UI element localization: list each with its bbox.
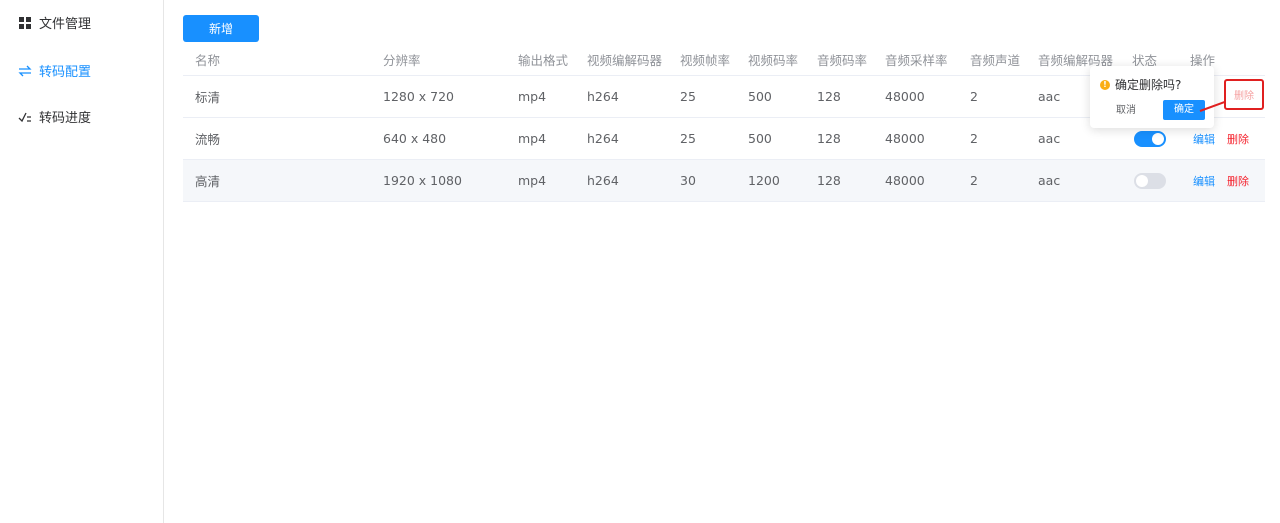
cell-video-bitrate: 1200: [748, 173, 780, 188]
cell-channels: 2: [970, 173, 978, 188]
header-sample-rate: 音频采样率: [885, 52, 948, 68]
cell-name: 高清: [195, 174, 221, 189]
header-audio-bitrate: 音频码率: [817, 52, 868, 68]
toggle-knob: [1136, 174, 1148, 187]
cell-sample-rate: 48000: [885, 173, 925, 188]
cell-sample-rate: 48000: [885, 89, 925, 104]
header-name: 名称: [195, 52, 221, 68]
cell-audio-codec: aac: [1038, 89, 1061, 104]
status-cell: [1134, 160, 1166, 201]
cell-video-codec: h264: [587, 89, 619, 104]
popconfirm-message: 确定删除吗?: [1115, 78, 1182, 92]
cell-audio-bitrate: 128: [817, 131, 841, 146]
cell-channels: 2: [970, 131, 978, 146]
edit-link[interactable]: 编辑: [1193, 131, 1215, 147]
table-row: 高清 1920 x 1080 mp4 h264 30 1200 128 4800…: [183, 160, 1265, 202]
cell-video-codec: h264: [587, 131, 619, 146]
cell-video-codec: h264: [587, 173, 619, 188]
popconfirm-cancel-button[interactable]: 取消: [1106, 101, 1146, 121]
cell-format: mp4: [518, 131, 547, 146]
delete-popconfirm: ! 确定删除吗? 取消 确定: [1090, 66, 1214, 128]
exchange-icon: [17, 64, 33, 78]
header-fps: 视频帧率: [680, 52, 731, 68]
cell-audio-bitrate: 128: [817, 89, 841, 104]
sidebar-item-file-management[interactable]: 文件管理: [17, 13, 91, 32]
header-format: 输出格式: [518, 52, 569, 68]
cell-fps: 30: [680, 173, 696, 188]
cell-video-bitrate: 500: [748, 131, 772, 146]
cell-format: mp4: [518, 173, 547, 188]
header-resolution: 分辨率: [383, 52, 421, 68]
cell-name: 标清: [195, 90, 221, 105]
sidebar-item-transcode-config[interactable]: 转码配置: [17, 61, 91, 80]
cell-fps: 25: [680, 89, 696, 104]
sidebar-item-label: 文件管理: [39, 17, 92, 32]
cell-video-bitrate: 500: [748, 89, 772, 104]
cell-audio-bitrate: 128: [817, 173, 841, 188]
cell-format: mp4: [518, 89, 547, 104]
sidebar-item-label: 转码进度: [39, 111, 92, 126]
sidebar-item-label: 转码配置: [39, 65, 92, 80]
status-toggle[interactable]: [1134, 130, 1166, 147]
cell-resolution: 1280 x 720: [383, 89, 455, 104]
cell-audio-codec: aac: [1038, 173, 1061, 188]
cell-fps: 25: [680, 131, 696, 146]
header-video-codec: 视频编解码器: [587, 52, 663, 68]
header-channels: 音频声道: [970, 52, 1021, 68]
highlighted-delete-link[interactable]: 删除: [1226, 81, 1262, 108]
annotation-highlight-box: 删除: [1224, 79, 1264, 110]
warning-icon: !: [1100, 79, 1110, 90]
cell-channels: 2: [970, 89, 978, 104]
cell-name: 流畅: [195, 132, 221, 147]
sidebar-item-transcode-progress[interactable]: 转码进度: [17, 107, 91, 126]
status-toggle[interactable]: [1134, 172, 1166, 189]
delete-link[interactable]: 删除: [1227, 173, 1249, 189]
delete-link[interactable]: 删除: [1227, 131, 1249, 147]
actions-cell: 编辑 删除: [1193, 160, 1261, 201]
sidebar: 文件管理 转码配置 转码进度: [0, 0, 164, 523]
edit-link[interactable]: 编辑: [1193, 173, 1215, 189]
cell-audio-codec: aac: [1038, 131, 1061, 146]
toggle-knob: [1152, 132, 1164, 145]
grid-icon: [17, 16, 33, 30]
cell-sample-rate: 48000: [885, 131, 925, 146]
add-button[interactable]: 新增: [183, 15, 259, 42]
cell-resolution: 640 x 480: [383, 131, 447, 146]
progress-icon: [17, 110, 33, 124]
header-video-bitrate: 视频码率: [748, 52, 799, 68]
cell-resolution: 1920 x 1080: [383, 173, 462, 188]
